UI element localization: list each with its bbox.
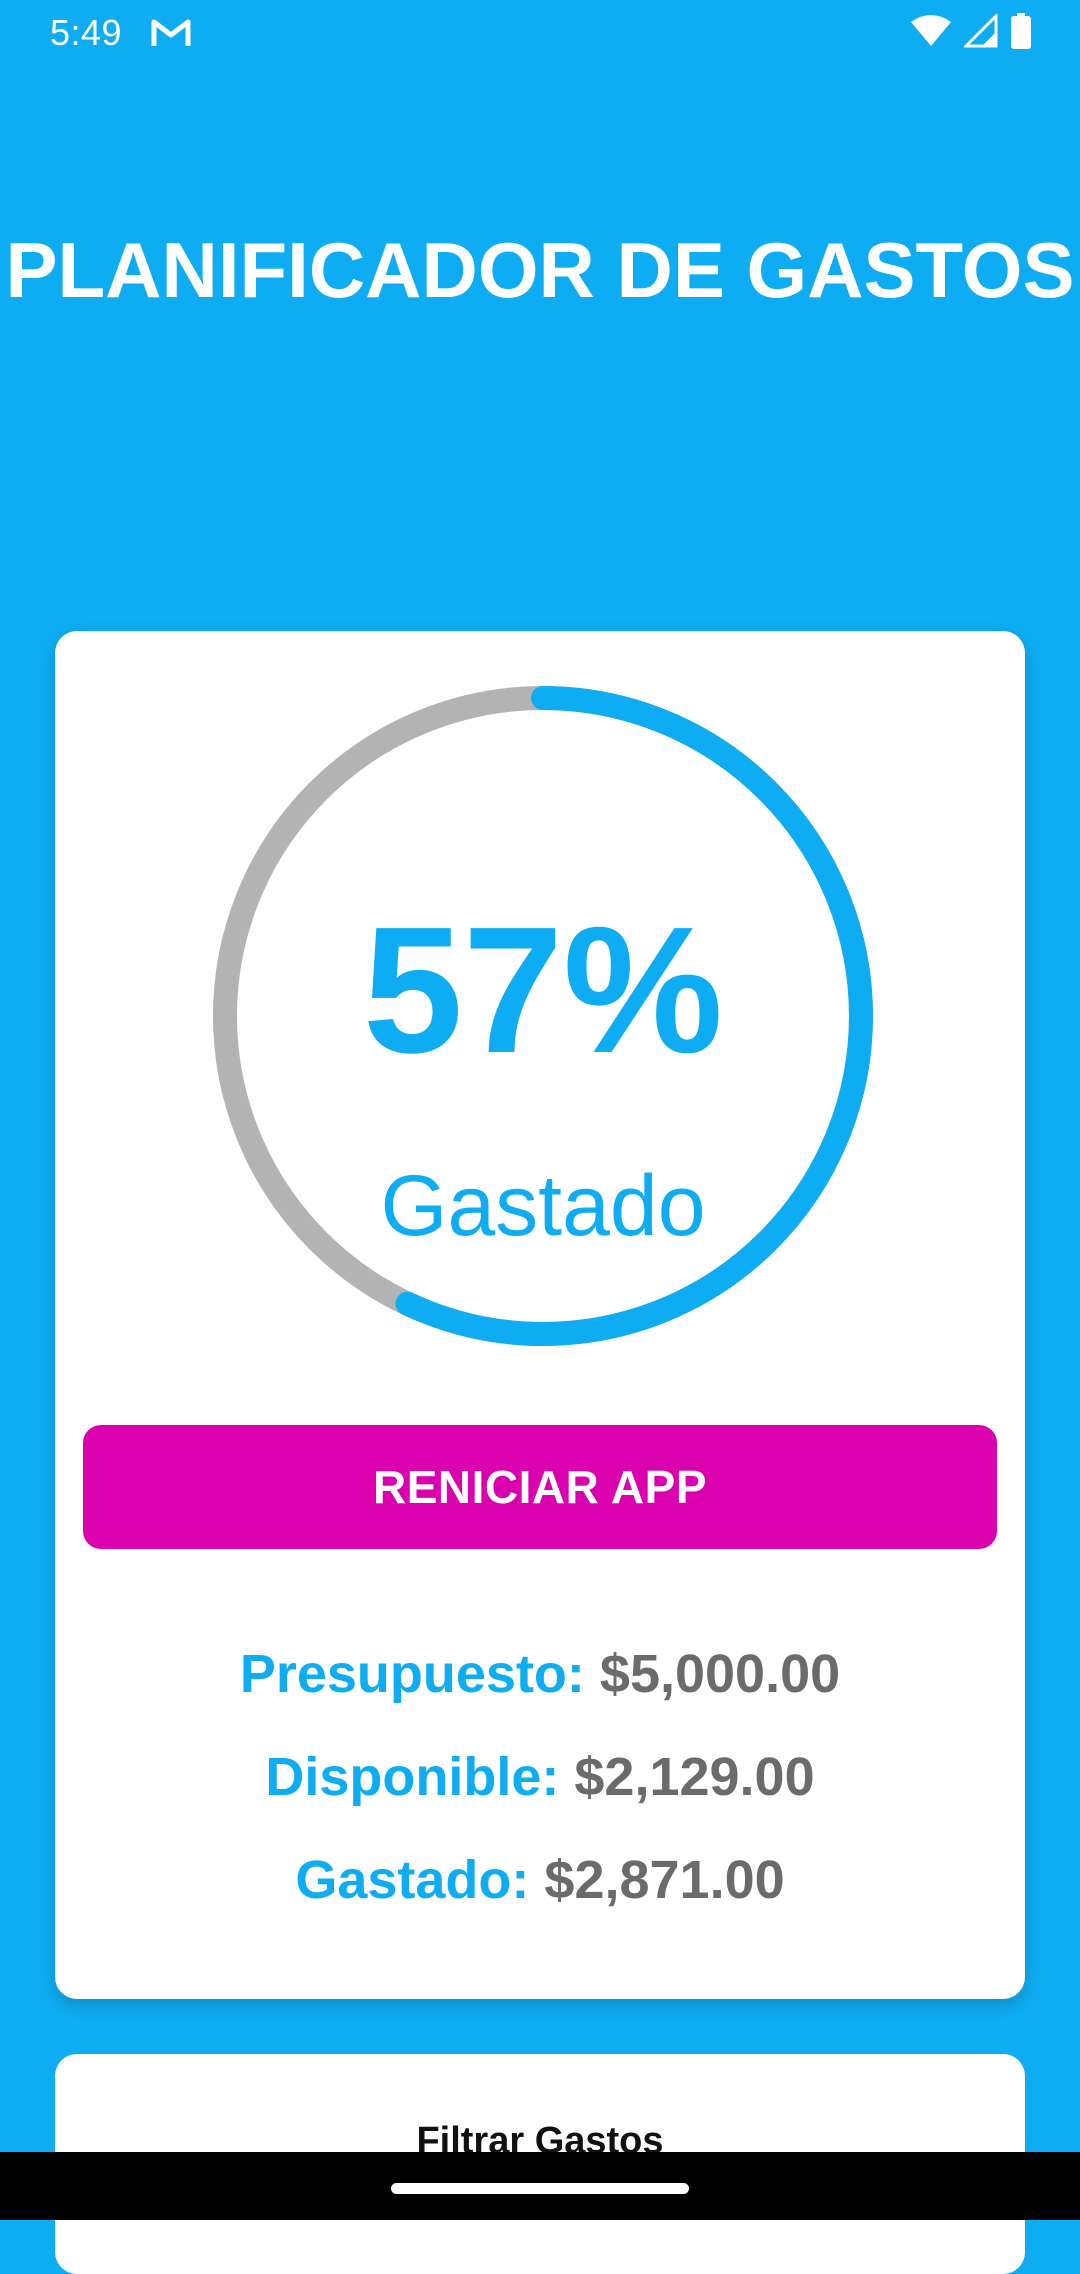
spent-row: Gastado: $2,871.00 [55, 1845, 1025, 1915]
gmail-icon [150, 16, 192, 50]
budget-row: Presupuesto: $5,000.00 [55, 1639, 1025, 1709]
home-gesture-handle[interactable] [391, 2183, 689, 2194]
navigation-bar [0, 2152, 1080, 2220]
budget-card: 57% Gastado RENICIAR APP Presupuesto: $5… [55, 631, 1025, 1999]
battery-icon [1010, 12, 1032, 54]
spent-amount-value: $2,871.00 [544, 1850, 785, 1910]
status-bar: 5:49 [0, 0, 1080, 66]
spent-percentage: 57% [362, 890, 724, 1091]
budget-progress-ring: 57% Gastado [213, 686, 873, 1346]
signal-icon [962, 11, 998, 53]
spent-amount-label: Gastado: [295, 1850, 530, 1910]
available-label: Disponible: [265, 1747, 560, 1807]
status-time: 5:49 [50, 12, 123, 53]
spent-label: Gastado [380, 1158, 706, 1254]
wifi-icon [910, 14, 952, 53]
available-row: Disponible: $2,129.00 [55, 1742, 1025, 1812]
status-icons [910, 11, 1032, 54]
reset-app-button[interactable]: RENICIAR APP [83, 1425, 997, 1549]
app-title: PLANIFICADOR DE GASTOS [5, 226, 1075, 314]
budget-label: Presupuesto: [239, 1644, 585, 1704]
budget-value: $5,000.00 [599, 1644, 841, 1704]
available-value: $2,129.00 [574, 1747, 815, 1807]
